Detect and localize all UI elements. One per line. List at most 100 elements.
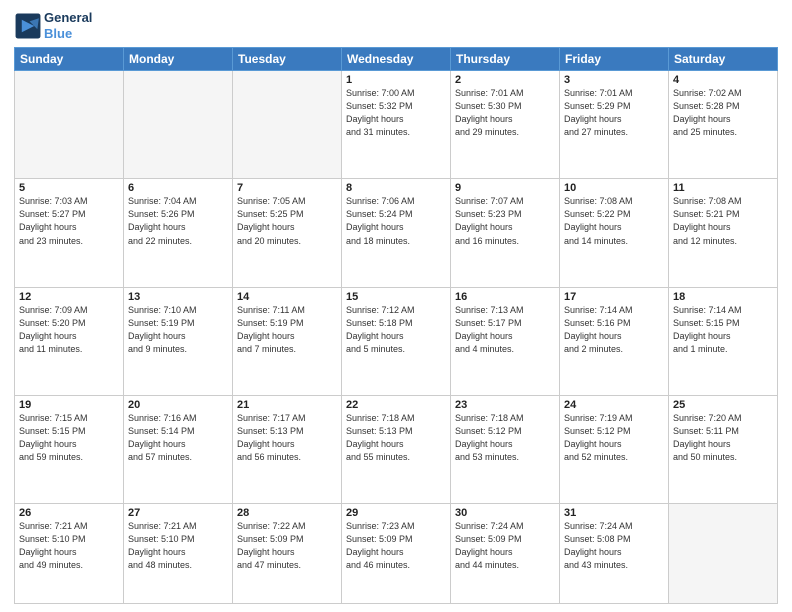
day-info: Sunrise: 7:19 AMSunset: 5:12 PMDaylight … [564,412,664,464]
day-info: Sunrise: 7:20 AMSunset: 5:11 PMDaylight … [673,412,773,464]
day-info: Sunrise: 7:01 AMSunset: 5:30 PMDaylight … [455,87,555,139]
day-info: Sunrise: 7:13 AMSunset: 5:17 PMDaylight … [455,304,555,356]
day-number: 28 [237,507,337,519]
day-info: Sunrise: 7:12 AMSunset: 5:18 PMDaylight … [346,304,446,356]
day-number: 22 [346,399,446,411]
calendar-header-row: SundayMondayTuesdayWednesdayThursdayFrid… [15,48,778,71]
day-number: 15 [346,291,446,303]
day-number: 4 [673,74,773,86]
calendar-cell: 31Sunrise: 7:24 AMSunset: 5:08 PMDayligh… [560,503,669,603]
day-info: Sunrise: 7:15 AMSunset: 5:15 PMDaylight … [19,412,119,464]
calendar-cell: 6Sunrise: 7:04 AMSunset: 5:26 PMDaylight… [124,179,233,287]
calendar-table: SundayMondayTuesdayWednesdayThursdayFrid… [14,47,778,604]
day-number: 2 [455,74,555,86]
logo-icon [14,12,42,40]
col-header-wednesday: Wednesday [342,48,451,71]
calendar-cell: 20Sunrise: 7:16 AMSunset: 5:14 PMDayligh… [124,395,233,503]
calendar-cell [15,71,124,179]
day-info: Sunrise: 7:14 AMSunset: 5:16 PMDaylight … [564,304,664,356]
logo: General Blue [14,10,92,41]
calendar-cell: 15Sunrise: 7:12 AMSunset: 5:18 PMDayligh… [342,287,451,395]
day-number: 1 [346,74,446,86]
day-number: 8 [346,182,446,194]
col-header-thursday: Thursday [451,48,560,71]
col-header-saturday: Saturday [669,48,778,71]
calendar-cell: 8Sunrise: 7:06 AMSunset: 5:24 PMDaylight… [342,179,451,287]
day-number: 10 [564,182,664,194]
day-info: Sunrise: 7:06 AMSunset: 5:24 PMDaylight … [346,195,446,247]
day-info: Sunrise: 7:24 AMSunset: 5:09 PMDaylight … [455,520,555,572]
day-number: 13 [128,291,228,303]
day-number: 29 [346,507,446,519]
calendar-cell [124,71,233,179]
day-info: Sunrise: 7:18 AMSunset: 5:12 PMDaylight … [455,412,555,464]
calendar-cell: 4Sunrise: 7:02 AMSunset: 5:28 PMDaylight… [669,71,778,179]
calendar-cell: 27Sunrise: 7:21 AMSunset: 5:10 PMDayligh… [124,503,233,603]
day-number: 14 [237,291,337,303]
calendar-cell: 7Sunrise: 7:05 AMSunset: 5:25 PMDaylight… [233,179,342,287]
day-info: Sunrise: 7:08 AMSunset: 5:21 PMDaylight … [673,195,773,247]
day-info: Sunrise: 7:24 AMSunset: 5:08 PMDaylight … [564,520,664,572]
day-info: Sunrise: 7:02 AMSunset: 5:28 PMDaylight … [673,87,773,139]
calendar-cell: 2Sunrise: 7:01 AMSunset: 5:30 PMDaylight… [451,71,560,179]
day-number: 21 [237,399,337,411]
calendar-cell: 22Sunrise: 7:18 AMSunset: 5:13 PMDayligh… [342,395,451,503]
day-number: 25 [673,399,773,411]
page: General Blue SundayMondayTuesdayWednesda… [0,0,792,612]
calendar-cell: 21Sunrise: 7:17 AMSunset: 5:13 PMDayligh… [233,395,342,503]
day-number: 12 [19,291,119,303]
calendar-cell: 19Sunrise: 7:15 AMSunset: 5:15 PMDayligh… [15,395,124,503]
week-row-4: 26Sunrise: 7:21 AMSunset: 5:10 PMDayligh… [15,503,778,603]
calendar-cell: 26Sunrise: 7:21 AMSunset: 5:10 PMDayligh… [15,503,124,603]
day-number: 16 [455,291,555,303]
calendar-cell: 16Sunrise: 7:13 AMSunset: 5:17 PMDayligh… [451,287,560,395]
calendar-cell: 13Sunrise: 7:10 AMSunset: 5:19 PMDayligh… [124,287,233,395]
calendar-cell: 14Sunrise: 7:11 AMSunset: 5:19 PMDayligh… [233,287,342,395]
day-number: 5 [19,182,119,194]
day-info: Sunrise: 7:10 AMSunset: 5:19 PMDaylight … [128,304,228,356]
calendar-cell: 17Sunrise: 7:14 AMSunset: 5:16 PMDayligh… [560,287,669,395]
day-info: Sunrise: 7:23 AMSunset: 5:09 PMDaylight … [346,520,446,572]
day-info: Sunrise: 7:21 AMSunset: 5:10 PMDaylight … [128,520,228,572]
day-number: 24 [564,399,664,411]
day-number: 19 [19,399,119,411]
calendar-cell: 24Sunrise: 7:19 AMSunset: 5:12 PMDayligh… [560,395,669,503]
day-number: 20 [128,399,228,411]
day-number: 3 [564,74,664,86]
day-info: Sunrise: 7:03 AMSunset: 5:27 PMDaylight … [19,195,119,247]
day-info: Sunrise: 7:09 AMSunset: 5:20 PMDaylight … [19,304,119,356]
header: General Blue [14,10,778,41]
week-row-2: 12Sunrise: 7:09 AMSunset: 5:20 PMDayligh… [15,287,778,395]
day-number: 30 [455,507,555,519]
day-number: 18 [673,291,773,303]
day-info: Sunrise: 7:18 AMSunset: 5:13 PMDaylight … [346,412,446,464]
col-header-friday: Friday [560,48,669,71]
calendar-cell: 1Sunrise: 7:00 AMSunset: 5:32 PMDaylight… [342,71,451,179]
calendar-cell: 25Sunrise: 7:20 AMSunset: 5:11 PMDayligh… [669,395,778,503]
col-header-sunday: Sunday [15,48,124,71]
col-header-monday: Monday [124,48,233,71]
day-number: 9 [455,182,555,194]
calendar-cell: 11Sunrise: 7:08 AMSunset: 5:21 PMDayligh… [669,179,778,287]
calendar-cell: 23Sunrise: 7:18 AMSunset: 5:12 PMDayligh… [451,395,560,503]
week-row-1: 5Sunrise: 7:03 AMSunset: 5:27 PMDaylight… [15,179,778,287]
day-number: 27 [128,507,228,519]
col-header-tuesday: Tuesday [233,48,342,71]
day-number: 17 [564,291,664,303]
calendar-cell [669,503,778,603]
day-info: Sunrise: 7:05 AMSunset: 5:25 PMDaylight … [237,195,337,247]
calendar-cell: 5Sunrise: 7:03 AMSunset: 5:27 PMDaylight… [15,179,124,287]
calendar-cell: 18Sunrise: 7:14 AMSunset: 5:15 PMDayligh… [669,287,778,395]
day-info: Sunrise: 7:01 AMSunset: 5:29 PMDaylight … [564,87,664,139]
day-info: Sunrise: 7:21 AMSunset: 5:10 PMDaylight … [19,520,119,572]
calendar-cell: 30Sunrise: 7:24 AMSunset: 5:09 PMDayligh… [451,503,560,603]
day-number: 31 [564,507,664,519]
day-info: Sunrise: 7:08 AMSunset: 5:22 PMDaylight … [564,195,664,247]
day-number: 26 [19,507,119,519]
calendar-cell: 28Sunrise: 7:22 AMSunset: 5:09 PMDayligh… [233,503,342,603]
day-info: Sunrise: 7:11 AMSunset: 5:19 PMDaylight … [237,304,337,356]
day-number: 11 [673,182,773,194]
day-info: Sunrise: 7:22 AMSunset: 5:09 PMDaylight … [237,520,337,572]
week-row-0: 1Sunrise: 7:00 AMSunset: 5:32 PMDaylight… [15,71,778,179]
calendar-cell [233,71,342,179]
